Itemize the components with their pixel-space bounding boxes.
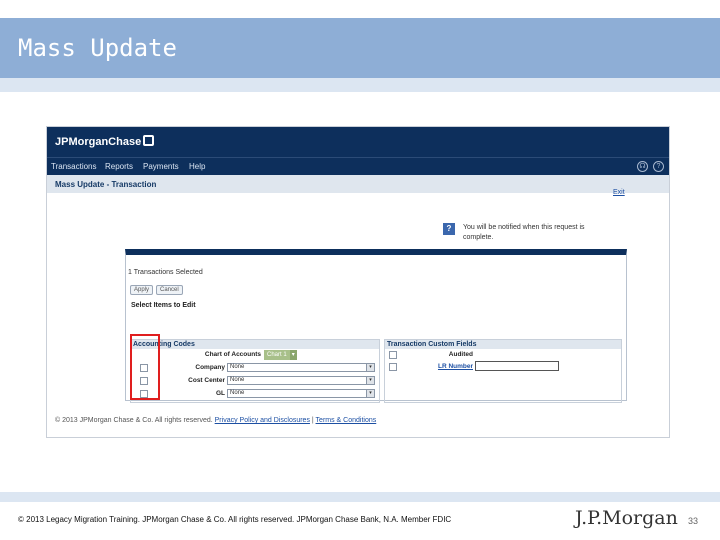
nav-help[interactable]: Help xyxy=(189,162,205,171)
main-nav: Transactions Reports Payments Help ☊ ? xyxy=(47,157,669,175)
cost-center-label: Cost Center xyxy=(188,377,225,384)
lr-number-checkbox[interactable] xyxy=(389,363,397,371)
lr-number-label[interactable]: LR Number xyxy=(405,363,473,370)
cost-center-select[interactable]: None ▾ xyxy=(227,376,375,385)
chart-of-accounts-select[interactable]: Chart 1 ▾ xyxy=(264,350,297,360)
apply-button[interactable]: Apply xyxy=(130,285,154,295)
select-items-label: Select Items to Edit xyxy=(131,302,196,309)
audited-label: Audited xyxy=(448,351,473,358)
lr-number-input[interactable] xyxy=(475,361,559,371)
page-title-row: Mass Update - Transaction xyxy=(47,175,669,193)
custom-fields-header: Transaction Custom Fields xyxy=(385,340,621,349)
company-label: Company xyxy=(195,364,225,371)
checkbox-highlight-box xyxy=(130,334,160,400)
chevron-down-icon: ▾ xyxy=(366,364,374,371)
custom-fields-section: Transaction Custom Fields Audited LR Num… xyxy=(384,339,622,403)
company-select[interactable]: None ▾ xyxy=(227,363,375,372)
chart-of-accounts-label: Chart of Accounts xyxy=(204,351,261,358)
jpmorgan-logo: J.P.Morgan xyxy=(575,507,678,529)
help-icon[interactable]: ? xyxy=(653,161,664,172)
brand-logo[interactable]: JPMorganChase xyxy=(55,135,155,148)
nav-reports[interactable]: Reports xyxy=(105,162,133,171)
chevron-down-icon: ▾ xyxy=(366,390,374,397)
exit-link[interactable]: Exit xyxy=(613,189,625,196)
app-footer: © 2013 JPMorgan Chase & Co. All rights r… xyxy=(55,417,377,424)
mass-update-panel: 1 Transactions Selected Apply Cancel Sel… xyxy=(125,249,627,403)
terms-link[interactable]: Terms & Conditions xyxy=(316,417,377,424)
nav-transactions[interactable]: Transactions xyxy=(51,162,97,171)
app-header: JPMorganChase xyxy=(47,127,669,157)
page-title: Mass Update - Transaction xyxy=(55,180,157,189)
gl-label: GL xyxy=(215,390,225,397)
title-sub-band xyxy=(0,78,720,92)
accounting-codes-section: Accounting Codes Chart of Accounts Chart… xyxy=(130,339,380,403)
privacy-link[interactable]: Privacy Policy and Disclosures xyxy=(215,417,310,424)
nav-payments[interactable]: Payments xyxy=(143,162,179,171)
question-icon: ? xyxy=(443,223,455,235)
chevron-down-icon: ▾ xyxy=(366,377,374,384)
accounting-codes-header: Accounting Codes xyxy=(131,340,379,349)
chevron-down-icon: ▾ xyxy=(289,350,297,360)
octagon-logo-icon xyxy=(143,135,155,146)
slide-title: Mass Update xyxy=(18,34,177,62)
notify-text: You will be notified when this request i… xyxy=(463,224,585,241)
audited-checkbox[interactable] xyxy=(389,351,397,359)
headset-icon[interactable]: ☊ xyxy=(637,161,648,172)
cancel-button[interactable]: Cancel xyxy=(156,285,183,295)
slide-footer: © 2013 Legacy Migration Training. JPMorg… xyxy=(18,515,452,524)
gl-select[interactable]: None ▾ xyxy=(227,389,375,398)
selection-count: 1 Transactions Selected xyxy=(128,269,203,276)
slide: Mass Update JPMorganChase Transactions R… xyxy=(0,0,720,540)
title-bar: Mass Update xyxy=(0,18,720,78)
page-number: 33 xyxy=(688,516,699,526)
footer-band xyxy=(0,492,720,502)
